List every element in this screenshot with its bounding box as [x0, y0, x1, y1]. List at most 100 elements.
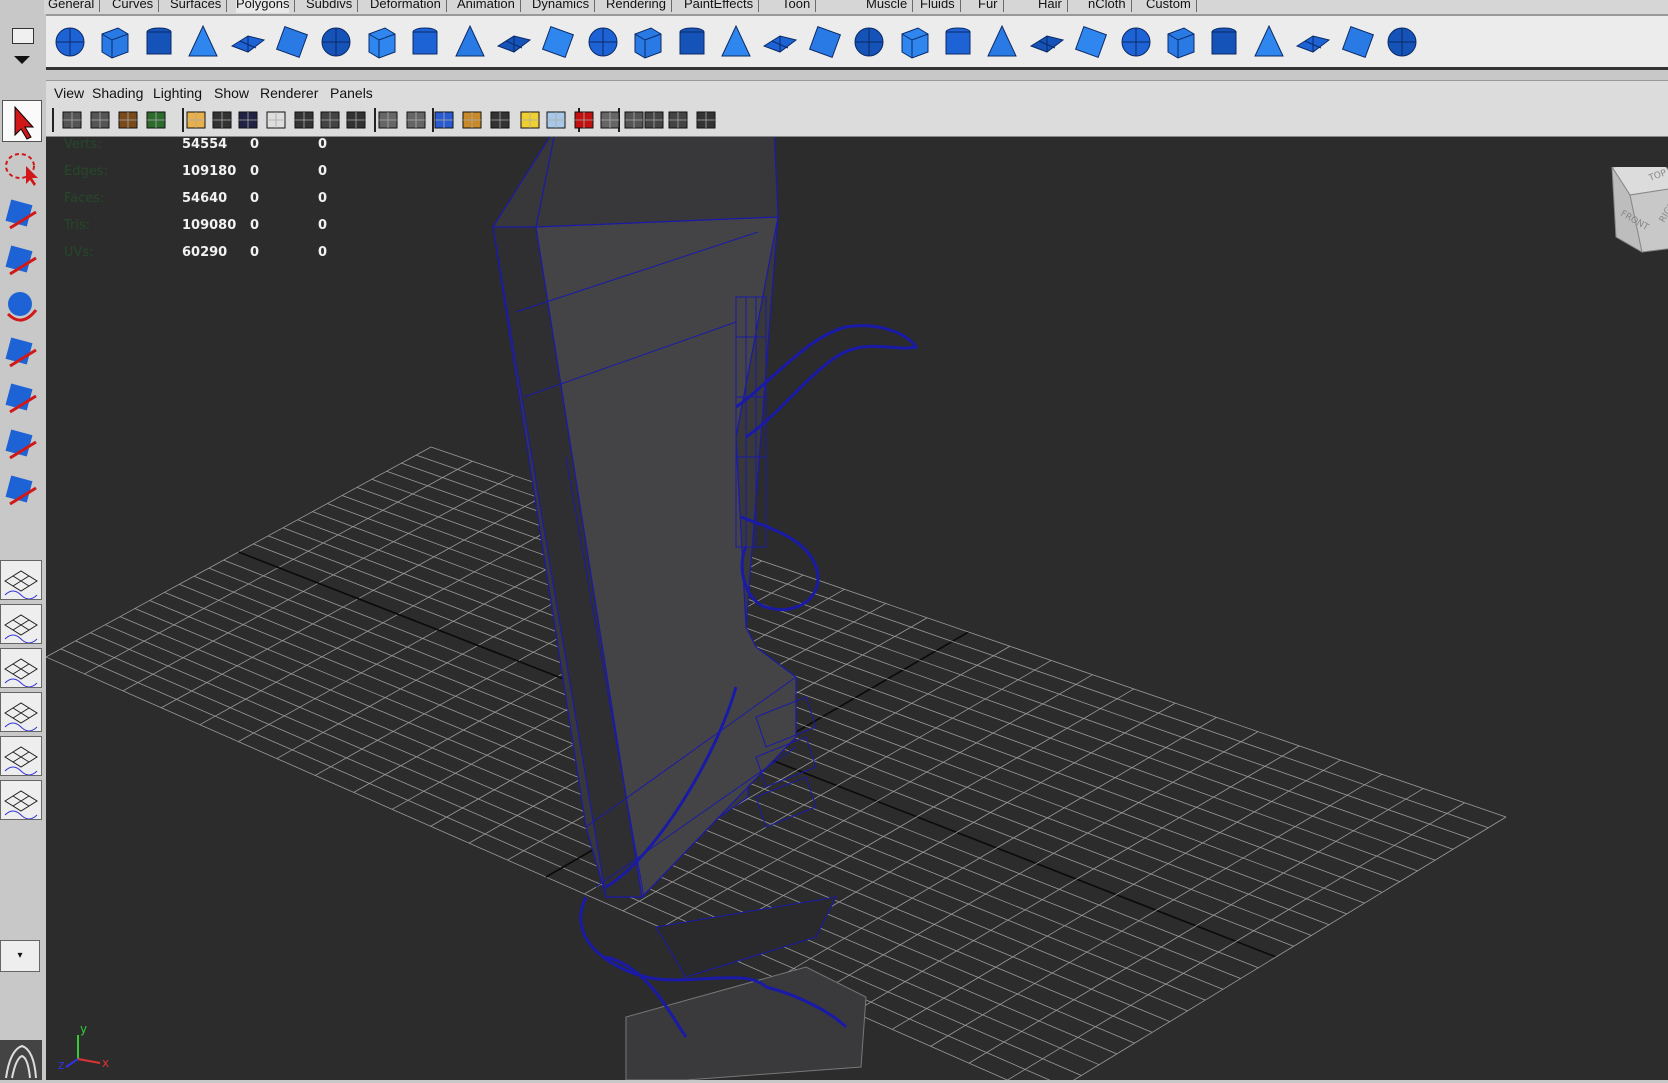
safe-title-icon[interactable] — [376, 108, 400, 132]
backface-culling-icon[interactable] — [694, 108, 718, 132]
shelf-tab-surfaces[interactable]: Surfaces — [170, 0, 228, 13]
shelf-tab-fluids[interactable]: Fluids — [920, 0, 961, 13]
poly-plane-icon[interactable] — [228, 22, 268, 62]
bounding-box-icon[interactable] — [488, 108, 512, 132]
wireframe-icon[interactable] — [404, 108, 428, 132]
cylindrical-mapping-icon[interactable] — [1116, 22, 1156, 62]
bridge-icon[interactable] — [760, 22, 800, 62]
textured-icon[interactable] — [544, 108, 568, 132]
combine-icon[interactable] — [450, 22, 490, 62]
scene-view[interactable] — [46, 137, 1668, 1080]
poly-booleans-icon[interactable] — [538, 22, 578, 62]
safe-action-icon[interactable] — [344, 108, 368, 132]
persp-outliner-layout-icon[interactable] — [0, 648, 42, 688]
rotate-tool-icon[interactable] — [2, 284, 42, 326]
automatic-mapping-icon[interactable] — [1204, 22, 1244, 62]
shelf-tab-hair[interactable]: Hair — [1038, 0, 1068, 13]
layout-dropdown-button[interactable]: ▾ — [0, 940, 40, 972]
shelf-menu-arrow-icon[interactable] — [14, 56, 30, 64]
shadows-icon[interactable] — [572, 108, 596, 132]
panel-menu-shading[interactable]: Shading — [92, 85, 143, 101]
shelf-tab-muscle[interactable]: Muscle — [866, 0, 914, 13]
sword-model[interactable] — [492, 137, 919, 1080]
panel-menu-show[interactable]: Show — [214, 85, 249, 101]
poly-helix-icon[interactable] — [405, 22, 445, 62]
shelf-tab-curves[interactable]: Curves — [112, 0, 160, 13]
flat-shade-icon[interactable] — [460, 108, 484, 132]
four-view-layout-icon[interactable] — [0, 604, 42, 644]
poly-sphere-icon[interactable] — [50, 22, 90, 62]
sculpt-geometry-icon[interactable] — [1027, 22, 1067, 62]
xray-joints-icon[interactable] — [666, 108, 690, 132]
grid-icon[interactable] — [210, 108, 234, 132]
shelf-tab-rendering[interactable]: Rendering — [606, 0, 672, 13]
split-polygon-icon[interactable] — [894, 22, 934, 62]
soft-modification-icon[interactable] — [2, 422, 42, 464]
panel-menu-panels[interactable]: Panels — [330, 85, 373, 101]
image-plane-icon[interactable] — [184, 108, 208, 132]
persp-graph-layout-icon[interactable] — [0, 692, 42, 732]
shelf-tab-dynamics[interactable]: Dynamics — [532, 0, 596, 13]
shelf-tab-subdivs[interactable]: Subdivs — [306, 0, 359, 13]
shelf-tab-painteffects[interactable]: PaintEffects — [684, 0, 760, 13]
insert-edge-loop-icon[interactable] — [938, 22, 978, 62]
smooth-shade-icon[interactable] — [432, 108, 456, 132]
use-default-light-icon[interactable] — [518, 108, 542, 132]
gate-mask-icon[interactable] — [292, 108, 316, 132]
offset-edge-loop-icon[interactable] — [982, 22, 1022, 62]
lasso-tool-icon[interactable] — [2, 146, 42, 188]
lock-camera-icon[interactable] — [88, 108, 112, 132]
field-chart-icon[interactable] — [318, 108, 342, 132]
poly-pipe-icon[interactable] — [361, 22, 401, 62]
fill-hole-icon[interactable] — [849, 22, 889, 62]
camera-attributes-icon[interactable] — [116, 108, 140, 132]
poly-cylinder-icon[interactable] — [139, 22, 179, 62]
panel-menu-renderer[interactable]: Renderer — [260, 85, 318, 101]
scale-tool-icon[interactable] — [2, 330, 42, 372]
film-gate-icon[interactable] — [236, 108, 260, 132]
view-cube[interactable]: TOP FRONT RIGHT — [1602, 161, 1668, 257]
single-perspective-layout-icon[interactable] — [0, 560, 42, 600]
persp-graph-hypergraph-layout-icon[interactable] — [0, 780, 42, 820]
layout-uvs-icon[interactable] — [1338, 22, 1378, 62]
move-tool-icon[interactable] — [2, 238, 42, 280]
panel-menu-view[interactable]: View — [54, 85, 84, 101]
panel-menu-lighting[interactable]: Lighting — [153, 85, 202, 101]
shelf-tab-ncloth[interactable]: nCloth — [1088, 0, 1132, 13]
paint-select-tool-icon[interactable] — [2, 192, 42, 234]
uv-snapshot-icon[interactable] — [1382, 22, 1422, 62]
show-manipulator-icon[interactable] — [2, 468, 42, 510]
poly-prism-icon[interactable] — [316, 22, 356, 62]
mirror-geometry-icon[interactable] — [672, 22, 712, 62]
extrude-icon[interactable] — [716, 22, 756, 62]
shelf-tab-toon[interactable]: Toon — [782, 0, 817, 13]
shelf-editor-icon[interactable] — [12, 28, 34, 44]
shelf-menu[interactable] — [0, 0, 44, 78]
reduce-icon[interactable] — [627, 22, 667, 62]
checker-map-icon[interactable] — [1293, 22, 1333, 62]
perspective-viewport[interactable]: Verts: 54554 0 0 Edges: 109180 0 0 Faces: 54640 0 0… — [46, 137, 1668, 1080]
resolution-gate-icon[interactable] — [264, 108, 288, 132]
shelf-tab-fur[interactable]: Fur — [978, 0, 1003, 13]
high-quality-icon[interactable] — [598, 108, 622, 132]
shelf-tab-custom[interactable]: Custom — [1146, 0, 1197, 13]
uv-texture-editor-icon[interactable] — [1249, 22, 1289, 62]
poly-cone-icon[interactable] — [183, 22, 223, 62]
select-tool-icon[interactable] — [2, 100, 42, 142]
shelf-tab-polygons[interactable]: Polygons — [236, 0, 297, 13]
shelf-tab-general[interactable]: General — [48, 0, 101, 13]
poly-torus-icon[interactable] — [272, 22, 312, 62]
smooth-icon[interactable] — [583, 22, 623, 62]
shelf-tab-deformation[interactable]: Deformation — [370, 0, 447, 13]
select-camera-icon[interactable] — [60, 108, 84, 132]
spherical-mapping-icon[interactable] — [1160, 22, 1200, 62]
append-polygon-icon[interactable] — [805, 22, 845, 62]
planar-mapping-icon[interactable] — [1071, 22, 1111, 62]
universal-manipulator-icon[interactable] — [2, 376, 42, 418]
separate-icon[interactable] — [494, 22, 534, 62]
poly-cube-icon[interactable] — [94, 22, 134, 62]
shelf-tab-animation[interactable]: Animation — [457, 0, 521, 13]
bookmarks-icon[interactable] — [144, 108, 168, 132]
hypershade-persp-layout-icon[interactable] — [0, 736, 42, 776]
hilt-guard[interactable] — [625, 966, 867, 1080]
